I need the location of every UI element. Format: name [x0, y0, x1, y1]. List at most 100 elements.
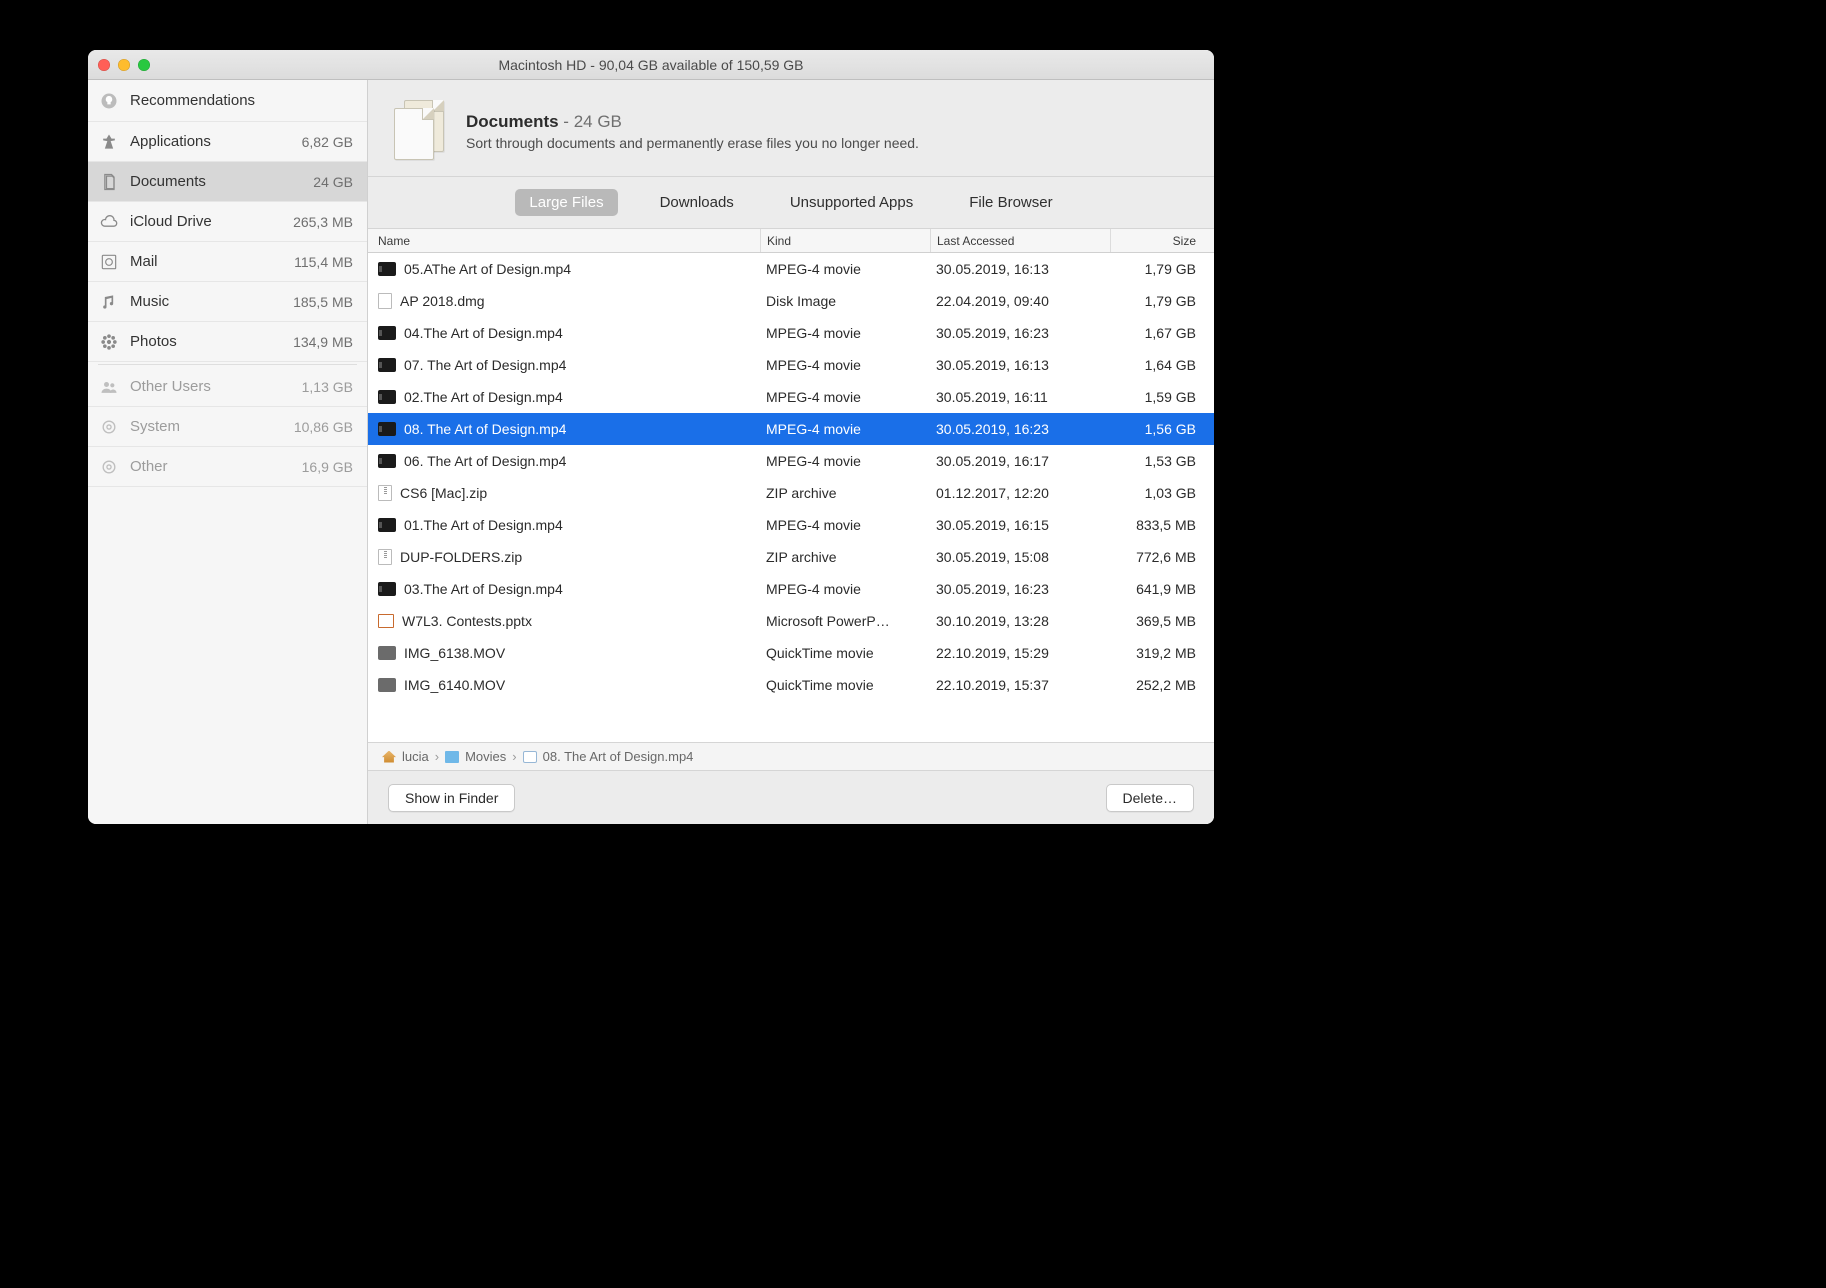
sidebar-item-label: Documents	[130, 173, 303, 190]
window-controls	[98, 50, 150, 79]
sidebar-item-label: Recommendations	[130, 92, 343, 109]
main-header: Documents - 24 GB Sort through documents…	[368, 80, 1214, 177]
tab-bar: Large Files Downloads Unsupported Apps File…	[368, 177, 1214, 229]
table-row[interactable]: IMG_6140.MOVQuickTime movie22.10.2019, 1…	[368, 669, 1214, 701]
tab-large-files[interactable]: Large Files	[515, 189, 617, 216]
file-type-icon	[378, 678, 396, 692]
file-size: 1,64 GB	[1110, 357, 1214, 373]
table-row[interactable]: 06. The Art of Design.mp4MPEG-4 movie30.…	[368, 445, 1214, 477]
file-size: 1,79 GB	[1110, 293, 1214, 309]
column-size[interactable]: Size	[1110, 229, 1214, 252]
stamp-icon	[98, 251, 120, 273]
sidebar-item-mail[interactable]: Mail115,4 MB	[88, 242, 367, 282]
table-row[interactable]: DUP-FOLDERS.zip ZIP archive30.05.2019, 15…	[368, 541, 1214, 573]
sidebar-item-documents[interactable]: Documents 24 GB	[88, 162, 367, 202]
titlebar[interactable]: Macintosh HD - 90,04 GB available of 150…	[88, 50, 1214, 80]
column-last-accessed[interactable]: Last Accessed	[930, 229, 1110, 252]
zoom-button[interactable]	[138, 59, 150, 71]
sidebar-item-label: Mail	[130, 253, 284, 270]
path-segment[interactable]: 08. The Art of Design.mp4	[543, 749, 694, 764]
file-type-icon	[378, 582, 396, 596]
file-kind: QuickTime movie	[760, 677, 930, 693]
table-row[interactable]: W7L3. Contests.pptxMicrosoft PowerP…30.1…	[368, 605, 1214, 637]
table-row[interactable]: IMG_6138.MOVQuickTime movie22.10.2019, 1…	[368, 637, 1214, 669]
path-segment[interactable]: Movies	[465, 749, 506, 764]
tab-downloads[interactable]: Downloads	[646, 189, 748, 216]
sidebar-item-photos[interactable]: Photos134,9 MB	[88, 322, 367, 362]
documents-icon	[98, 171, 120, 193]
users-icon	[98, 376, 120, 398]
path-bar[interactable]: lucia›Movies›08. The Art of Design.mp4	[368, 742, 1214, 770]
sidebar-item-size: 24 GB	[313, 174, 353, 190]
qt-icon	[523, 751, 537, 763]
file-kind: MPEG-4 movie	[760, 389, 930, 405]
sidebar-item-icloud-drive[interactable]: iCloud Drive265,3 MB	[88, 202, 367, 242]
file-type-icon	[378, 549, 392, 565]
sidebar-item-size: 16,9 GB	[302, 459, 353, 475]
file-type-icon	[378, 262, 396, 276]
file-type-icon	[378, 390, 396, 404]
gear-icon	[98, 416, 120, 438]
close-button[interactable]	[98, 59, 110, 71]
cloud-icon	[98, 211, 120, 233]
sidebar-item-applications[interactable]: Applications6,82 GB	[88, 122, 367, 162]
minimize-button[interactable]	[118, 59, 130, 71]
file-date: 30.05.2019, 16:17	[930, 453, 1110, 469]
sidebar-item-other[interactable]: Other 16,9 GB	[88, 447, 367, 487]
file-size: 1,56 GB	[1110, 421, 1214, 437]
home-icon	[382, 751, 396, 763]
sidebar-item-label: Applications	[130, 133, 292, 150]
file-type-icon	[378, 326, 396, 340]
sidebar-item-system[interactable]: System10,86 GB	[88, 407, 367, 447]
tab-unsupported-apps[interactable]: Unsupported Apps	[776, 189, 927, 216]
file-date: 30.10.2019, 13:28	[930, 613, 1110, 629]
table-row[interactable]: 05.AThe Art of Design.mp4MPEG-4 movie30.…	[368, 253, 1214, 285]
file-name: DUP-FOLDERS.zip	[400, 549, 522, 565]
chevron-right-icon: ›	[512, 749, 516, 764]
table-row[interactable]: 03.The Art of Design.mp4MPEG-4 movie30.0…	[368, 573, 1214, 605]
file-date: 22.10.2019, 15:29	[930, 645, 1110, 661]
path-segment[interactable]: lucia	[402, 749, 429, 764]
sidebar-item-music[interactable]: Music185,5 MB	[88, 282, 367, 322]
table-row[interactable]: 01.The Art of Design.mp4MPEG-4 movie30.0…	[368, 509, 1214, 541]
file-kind: ZIP archive	[760, 485, 930, 501]
file-type-icon	[378, 485, 392, 501]
file-kind: MPEG-4 movie	[760, 453, 930, 469]
file-name: AP 2018.dmg	[400, 293, 485, 309]
column-kind[interactable]: Kind	[760, 229, 930, 252]
file-name: IMG_6140.MOV	[404, 677, 505, 693]
sidebar-item-size: 10,86 GB	[294, 419, 353, 435]
show-in-finder-button[interactable]: Show in Finder	[388, 784, 515, 812]
file-size: 369,5 MB	[1110, 613, 1214, 629]
file-table[interactable]: 05.AThe Art of Design.mp4MPEG-4 movie30.…	[368, 253, 1214, 742]
table-row[interactable]: 08. The Art of Design.mp4MPEG-4 movie30.…	[368, 413, 1214, 445]
table-row[interactable]: 04.The Art of Design.mp4MPEG-4 movie30.0…	[368, 317, 1214, 349]
window-title: Macintosh HD - 90,04 GB available of 150…	[498, 57, 803, 73]
table-header: Name Kind Last Accessed Size	[368, 229, 1214, 253]
sidebar-item-label: Photos	[130, 333, 283, 350]
table-row[interactable]: AP 2018.dmgDisk Image22.04.2019, 09:401,…	[368, 285, 1214, 317]
table-row[interactable]: 02.The Art of Design.mp4MPEG-4 movie30.0…	[368, 381, 1214, 413]
documents-icon	[390, 100, 448, 162]
sidebar-item-size: 1,13 GB	[302, 379, 353, 395]
file-date: 30.05.2019, 16:23	[930, 421, 1110, 437]
file-kind: MPEG-4 movie	[760, 325, 930, 341]
file-name: W7L3. Contests.pptx	[402, 613, 532, 629]
file-date: 30.05.2019, 15:08	[930, 549, 1110, 565]
delete-button[interactable]: Delete…	[1106, 784, 1194, 812]
file-type-icon	[378, 422, 396, 436]
file-kind: MPEG-4 movie	[760, 357, 930, 373]
table-row[interactable]: CS6 [Mac].zipZIP archive01.12.2017, 12:2…	[368, 477, 1214, 509]
sidebar-item-label: Other	[130, 458, 292, 475]
table-row[interactable]: 07. The Art of Design.mp4MPEG-4 movie30.…	[368, 349, 1214, 381]
sidebar-item-other-users[interactable]: Other Users1,13 GB	[88, 367, 367, 407]
column-name[interactable]: Name	[368, 234, 760, 248]
file-kind: ZIP archive	[760, 549, 930, 565]
file-type-icon	[378, 358, 396, 372]
gear-icon	[98, 456, 120, 478]
file-kind: MPEG-4 movie	[760, 421, 930, 437]
file-size: 772,6 MB	[1110, 549, 1214, 565]
sidebar-item-recommendations[interactable]: Recommendations	[88, 80, 367, 122]
tab-file-browser[interactable]: File Browser	[955, 189, 1066, 216]
sidebar-item-label: iCloud Drive	[130, 213, 283, 230]
